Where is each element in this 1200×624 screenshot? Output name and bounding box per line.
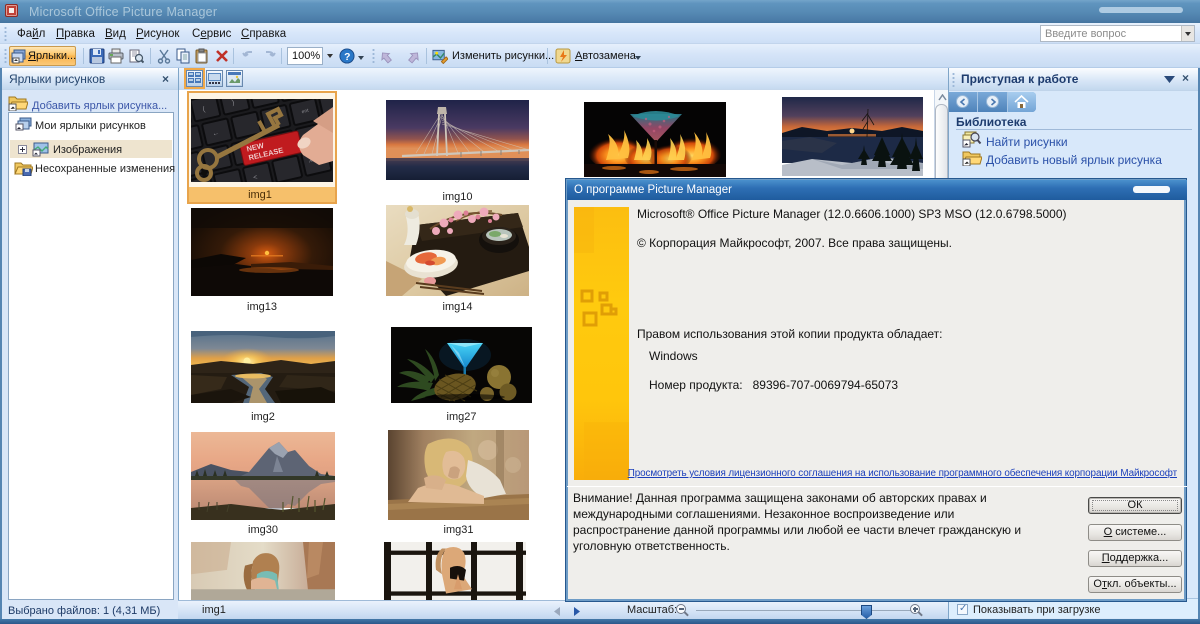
svg-text:?: ? bbox=[344, 52, 350, 63]
